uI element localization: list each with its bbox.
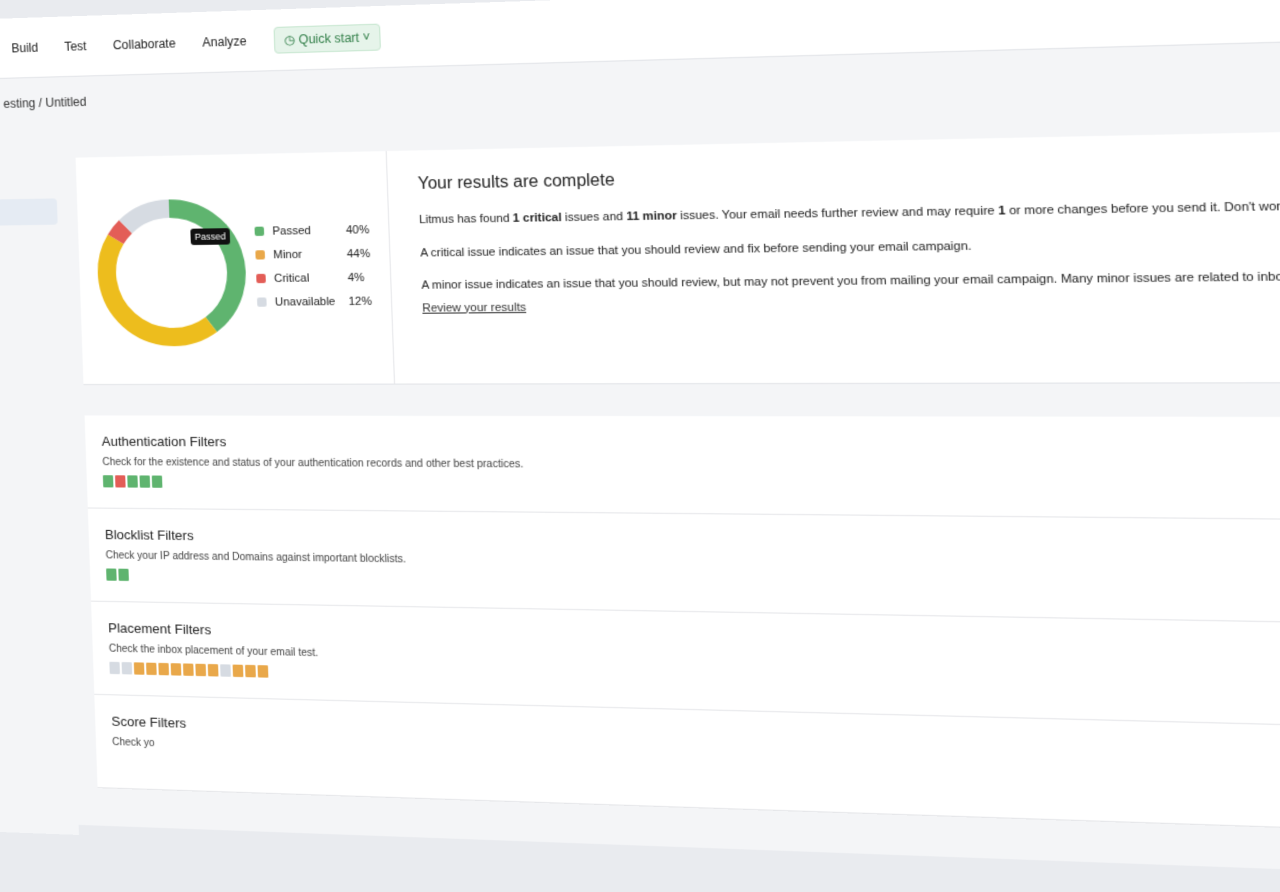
- result-cell-minor[interactable]: [158, 662, 170, 676]
- result-cell-passed[interactable]: [118, 568, 129, 581]
- results-text: Your results are complete Litmus has fou…: [387, 129, 1280, 383]
- result-cell-minor[interactable]: [257, 665, 269, 678]
- donut-slice-minor[interactable]: [106, 238, 212, 337]
- legend-value: 4%: [347, 271, 365, 284]
- review-results-link[interactable]: Review your results: [422, 301, 526, 314]
- chart-panel: Passed Passed 40% Minor 44% Critical 4% Unavai…: [75, 151, 396, 385]
- legend-item: Critical 4%: [256, 265, 372, 290]
- check-circle-icon: ◷: [283, 31, 299, 47]
- quick-start-button[interactable]: ◷ Quick start ˅: [273, 23, 382, 54]
- donut-slice-critical[interactable]: [115, 227, 126, 239]
- legend-swatch: [254, 226, 265, 236]
- filter-title: Authentication Filters: [101, 433, 227, 450]
- app: Build Test Collaborate Analyze ◷ Quick s…: [0, 0, 1280, 880]
- result-cell-minor[interactable]: [146, 662, 157, 676]
- result-cell-unavailable[interactable]: [121, 662, 133, 675]
- legend-label: Critical: [273, 271, 310, 285]
- legend-swatch: [257, 297, 267, 307]
- results-summary: Passed Passed 40% Minor 44% Critical 4% Unavai…: [75, 126, 1280, 386]
- donut-chart: [87, 185, 257, 360]
- legend-item: Passed 40%: [254, 218, 370, 243]
- filter-description: Check for the existence and status of yo…: [102, 456, 524, 471]
- result-cell-passed[interactable]: [102, 475, 114, 488]
- result-cell-unavailable[interactable]: [220, 664, 231, 677]
- result-cell-minor[interactable]: [182, 663, 194, 676]
- legend-label: Minor: [273, 248, 303, 261]
- result-cell-unavailable[interactable]: [109, 661, 120, 675]
- result-cell-minor[interactable]: [170, 663, 182, 676]
- nav-analyze[interactable]: Analyze: [202, 33, 247, 49]
- result-cell-minor[interactable]: [195, 663, 207, 677]
- filter-results: [102, 475, 1280, 498]
- filter-section[interactable]: Authentication Filters Check for the exis…: [84, 415, 1280, 523]
- nav-test[interactable]: Test: [64, 39, 87, 54]
- sidebar: [0, 127, 79, 835]
- nav-build[interactable]: Build: [11, 40, 38, 55]
- minor-explanation: A minor issue indicates an issue that yo…: [421, 270, 1280, 293]
- result-cell-minor[interactable]: [245, 664, 256, 678]
- sidebar-item-selected[interactable]: [0, 198, 58, 227]
- chart-tooltip: Passed: [190, 228, 231, 246]
- legend-label: Unavailable: [274, 295, 336, 309]
- legend-value: 40%: [345, 223, 370, 237]
- legend-value: 44%: [346, 247, 371, 261]
- filters-list: Authentication Filters Check for the exis…: [84, 415, 1280, 839]
- chart-legend: Passed 40% Minor 44% Critical 4% Unavailable 12…: [254, 218, 372, 314]
- result-cell-passed[interactable]: [151, 475, 163, 488]
- result-cell-passed[interactable]: [127, 475, 138, 488]
- nav-collaborate[interactable]: Collaborate: [113, 36, 176, 52]
- legend-swatch: [256, 273, 266, 284]
- legend-item: Unavailable 12%: [257, 289, 373, 314]
- result-cell-passed[interactable]: [106, 568, 117, 581]
- legend-value: 12%: [348, 294, 373, 308]
- result-cell-minor[interactable]: [133, 662, 145, 675]
- legend-swatch: [255, 250, 266, 260]
- result-cell-passed[interactable]: [139, 475, 151, 488]
- results-summary-text: Litmus has found 1 critical issues and 1…: [418, 199, 1280, 227]
- results-title: Your results are complete: [417, 171, 616, 194]
- legend-item: Minor 44%: [255, 242, 371, 267]
- result-cell-minor[interactable]: [207, 663, 219, 677]
- result-cell-minor[interactable]: [232, 664, 244, 678]
- donut-slice-unavailable[interactable]: [125, 209, 170, 227]
- chevron-down-icon: ˅: [358, 29, 371, 45]
- critical-explanation: A critical issue indicates an issue that…: [420, 239, 972, 260]
- result-cell-critical[interactable]: [115, 475, 126, 488]
- legend-label: Passed: [272, 224, 312, 238]
- donut-slice-passed[interactable]: [169, 208, 238, 325]
